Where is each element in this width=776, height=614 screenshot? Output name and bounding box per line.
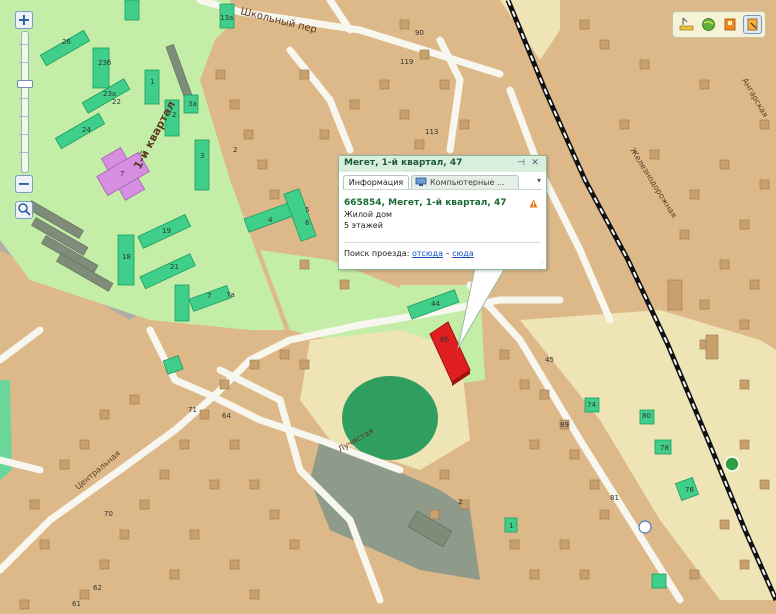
- resize-grip-icon[interactable]: ⋰: [538, 261, 544, 268]
- svg-text:6б: 6б: [440, 336, 449, 344]
- svg-text:24: 24: [82, 126, 91, 134]
- svg-text:81: 81: [610, 494, 619, 502]
- svg-text:26: 26: [62, 38, 71, 46]
- svg-text:6: 6: [305, 219, 310, 227]
- park-area-left: [0, 0, 12, 150]
- svg-text:70: 70: [104, 510, 113, 518]
- svg-text:3: 3: [200, 152, 204, 160]
- svg-text:23а: 23а: [103, 90, 116, 98]
- route-to-link[interactable]: сюда: [452, 249, 474, 258]
- svg-text:5: 5: [305, 206, 309, 214]
- layers-icon: [724, 18, 736, 31]
- route-from-link[interactable]: отсюда: [412, 249, 443, 258]
- popup-address: 665854, Мегет, 1-й квартал, 47: [344, 198, 507, 208]
- svg-text:64: 64: [222, 412, 231, 420]
- svg-text:7а: 7а: [226, 291, 235, 299]
- map-toolbar: [672, 11, 766, 38]
- route-search: Поиск проезда: отсюда – сюда: [344, 249, 474, 258]
- close-icon[interactable]: ✕: [530, 158, 540, 168]
- magnifier-button[interactable]: [15, 201, 33, 219]
- tab-computer-label: Компьютерные ...: [430, 178, 505, 187]
- computer-icon: [415, 177, 427, 186]
- svg-text:2: 2: [172, 111, 176, 119]
- globe-icon: [702, 18, 715, 31]
- svg-text:2: 2: [233, 146, 237, 154]
- stadium-field: [342, 376, 438, 460]
- svg-text:4: 4: [268, 216, 273, 224]
- svg-text:78: 78: [660, 444, 669, 452]
- svg-text:61: 61: [72, 600, 81, 608]
- svg-text:21: 21: [170, 263, 179, 271]
- info-popup: Мегет, 1-й квартал, 47 ⊣ ✕ Информация Ко…: [338, 155, 547, 270]
- svg-text:3а: 3а: [188, 100, 197, 108]
- svg-text:22: 22: [112, 98, 121, 106]
- warning-icon[interactable]: [529, 199, 538, 208]
- svg-text:80: 80: [642, 412, 651, 420]
- pin-icon[interactable]: ⊣: [516, 158, 526, 168]
- svg-text:62: 62: [93, 584, 102, 592]
- layers-button[interactable]: [721, 15, 740, 34]
- svg-text:44: 44: [431, 300, 440, 308]
- map-canvas[interactable]: Школьный пер 1-й квартал Железнодорожная…: [0, 0, 776, 614]
- svg-text:90: 90: [415, 29, 424, 37]
- zoom-out-button[interactable]: −: [15, 175, 33, 193]
- svg-text:7: 7: [120, 170, 124, 178]
- popup-divider: [344, 242, 541, 243]
- zoom-slider-handle[interactable]: [17, 80, 33, 88]
- select-icon: [747, 18, 758, 31]
- popup-header: Мегет, 1-й квартал, 47 ⊣ ✕: [339, 156, 546, 172]
- select-button[interactable]: [743, 15, 762, 34]
- pale-area-right: [520, 310, 776, 600]
- bus-stop-icon: [638, 520, 652, 534]
- tabs-dropdown-icon[interactable]: ▾: [537, 176, 541, 185]
- svg-text:23б: 23б: [98, 59, 111, 67]
- svg-text:18: 18: [122, 253, 131, 261]
- route-dash: –: [445, 249, 450, 258]
- route-label: Поиск проезда:: [344, 249, 410, 258]
- ruler-button[interactable]: [677, 15, 696, 34]
- svg-text:45: 45: [545, 356, 554, 364]
- svg-text:1: 1: [509, 522, 513, 530]
- train-station-icon: [724, 456, 740, 472]
- svg-text:119: 119: [400, 58, 413, 66]
- zoom-slider[interactable]: [17, 31, 33, 173]
- street-label-angarskaya: Ангарская: [740, 77, 770, 120]
- svg-text:13а: 13а: [220, 14, 233, 22]
- svg-text:74: 74: [587, 401, 596, 409]
- svg-text:19: 19: [162, 227, 171, 235]
- popup-body: 665854, Мегет, 1-й квартал, 47 Жилой дом…: [344, 198, 541, 230]
- popup-building-type: Жилой дом: [344, 210, 393, 219]
- magnifier-icon: [18, 203, 31, 216]
- svg-text:113: 113: [425, 128, 438, 136]
- globe-button[interactable]: [699, 15, 718, 34]
- zoom-control: + −: [13, 9, 35, 223]
- tab-computer[interactable]: Компьютерные ...: [411, 175, 519, 189]
- svg-text:2: 2: [458, 498, 462, 506]
- popup-title: Мегет, 1-й квартал, 47: [344, 158, 463, 168]
- svg-text:1: 1: [150, 78, 154, 86]
- svg-text:89: 89: [560, 421, 569, 429]
- popup-floors: 5 этажей: [344, 221, 383, 230]
- zoom-in-button[interactable]: +: [15, 11, 33, 29]
- tab-info[interactable]: Информация: [343, 175, 409, 189]
- map-layer: Школьный пер 1-й квартал Железнодорожная…: [0, 0, 776, 610]
- svg-text:76: 76: [685, 486, 694, 494]
- svg-text:71: 71: [188, 406, 197, 414]
- popup-tabs: Информация Компьютерные ... ▾: [343, 175, 542, 190]
- svg-text:7: 7: [207, 292, 211, 300]
- ruler-icon: [679, 17, 694, 31]
